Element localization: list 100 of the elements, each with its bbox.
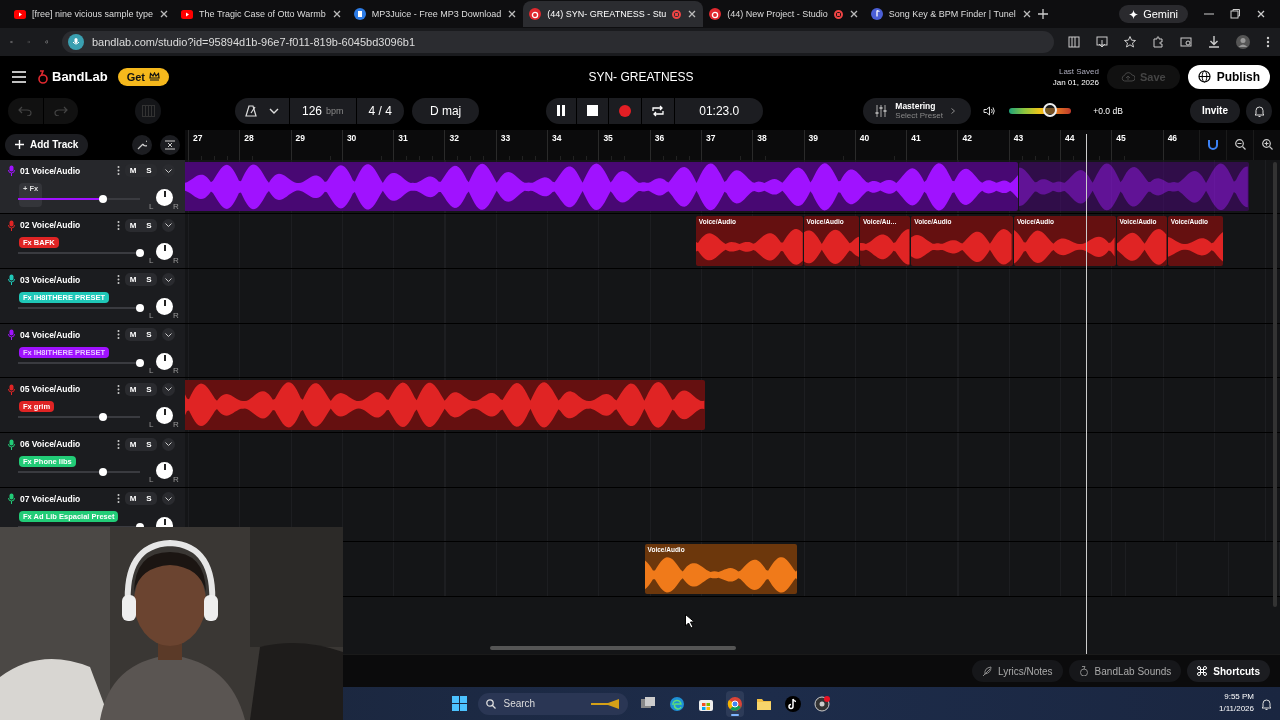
close-icon[interactable] bbox=[848, 9, 859, 19]
loop-icon[interactable] bbox=[652, 104, 665, 117]
music-note-icon bbox=[784, 695, 801, 712]
pan-knob[interactable]: L R bbox=[148, 407, 180, 431]
volume-slider[interactable] bbox=[18, 197, 140, 200]
add-track-button[interactable]: Add Track bbox=[5, 133, 89, 156]
close-icon[interactable] bbox=[1021, 9, 1032, 19]
lyrics-button[interactable]: Lyrics/Notes bbox=[971, 660, 1063, 683]
close-icon[interactable] bbox=[507, 9, 518, 19]
pan-knob[interactable]: L R bbox=[148, 188, 180, 212]
pan-knob[interactable]: L R bbox=[148, 243, 180, 267]
install-icon[interactable] bbox=[1096, 36, 1108, 48]
solo-button[interactable]: S bbox=[141, 384, 157, 394]
solo-button[interactable]: S bbox=[141, 439, 157, 449]
browser-tab[interactable]: Song Key & BPM Finder | Tunel bbox=[864, 1, 1038, 27]
more-icon[interactable] bbox=[117, 330, 120, 340]
speaker-icon[interactable] bbox=[983, 105, 996, 116]
mute-button[interactable]: M bbox=[125, 494, 141, 504]
extensions-icon[interactable] bbox=[1152, 36, 1164, 48]
sounds-button[interactable]: BandLab Sounds bbox=[1068, 660, 1182, 683]
solo-button[interactable]: S bbox=[141, 275, 157, 285]
more-icon[interactable] bbox=[117, 220, 120, 230]
browser-tab[interactable]: (44) New Project - Studio bbox=[703, 1, 865, 27]
bandlab-icon bbox=[709, 8, 722, 20]
browser-tab[interactable]: [free] nine vicious sample type bbox=[8, 1, 176, 27]
star-icon[interactable] bbox=[1124, 36, 1136, 48]
zoom-in-icon[interactable] bbox=[1261, 139, 1273, 151]
wrench-button[interactable] bbox=[132, 134, 152, 155]
plus-icon bbox=[15, 140, 24, 150]
expand-button[interactable] bbox=[162, 382, 175, 396]
gemini-button[interactable]: Gemini bbox=[1119, 5, 1188, 23]
mute-button[interactable]: M bbox=[125, 220, 141, 230]
invite-button[interactable]: Invite bbox=[1189, 98, 1240, 123]
expand-button[interactable] bbox=[162, 492, 175, 506]
zoom-out-icon[interactable] bbox=[1234, 139, 1246, 151]
expand-button[interactable] bbox=[162, 437, 175, 451]
scroll-thumb[interactable] bbox=[490, 646, 736, 651]
browser-tab[interactable]: The Tragic Case of Otto Warmb bbox=[175, 1, 348, 27]
more-icon[interactable] bbox=[117, 275, 120, 285]
more-icon[interactable] bbox=[117, 384, 120, 394]
time-signature-field[interactable]: 4 / 4 bbox=[356, 97, 404, 124]
bell-icon[interactable] bbox=[1261, 698, 1272, 711]
solo-button[interactable]: S bbox=[141, 330, 157, 340]
pause-icon bbox=[556, 105, 567, 117]
audio-clip[interactable] bbox=[1019, 161, 1249, 212]
profile-icon[interactable] bbox=[1236, 35, 1250, 49]
mastering-button[interactable]: Mastering Select Preset bbox=[863, 97, 972, 124]
sidebar-icon[interactable] bbox=[1068, 36, 1080, 48]
close-icon[interactable] bbox=[1256, 9, 1266, 19]
mute-button[interactable]: M bbox=[125, 275, 141, 285]
mute-button[interactable]: M bbox=[125, 439, 141, 449]
piano-icon bbox=[141, 104, 155, 117]
solo-button[interactable]: S bbox=[141, 166, 157, 176]
stop-icon[interactable] bbox=[587, 105, 599, 117]
browser-tab[interactable]: MP3Juice - Free MP3 Download bbox=[347, 1, 524, 27]
close-icon[interactable] bbox=[687, 9, 698, 19]
windows-start-icon[interactable] bbox=[451, 696, 467, 712]
restore-icon[interactable] bbox=[1230, 9, 1240, 19]
close-icon[interactable] bbox=[159, 9, 170, 19]
audio-clip[interactable] bbox=[185, 380, 706, 430]
get-button[interactable]: Get bbox=[117, 67, 169, 86]
cast-icon[interactable] bbox=[1180, 36, 1192, 48]
chevron-down-icon bbox=[269, 107, 279, 114]
record-icon[interactable] bbox=[619, 104, 632, 117]
audio-clip[interactable] bbox=[185, 161, 1019, 212]
download-icon[interactable] bbox=[1208, 36, 1220, 48]
shortcuts-button[interactable]: Shortcuts bbox=[1187, 660, 1270, 683]
search-field[interactable]: Search bbox=[477, 692, 628, 715]
browser-tab[interactable]: (44) SYN- GREATNESS - Stu bbox=[523, 1, 704, 27]
expand-button[interactable] bbox=[162, 218, 175, 232]
address-field[interactable]: bandlab.com/studio?id=95894d1b-96e7-f011-819b-6045bd3096b1 bbox=[62, 31, 1054, 53]
close-icon[interactable] bbox=[331, 9, 342, 19]
pan-knob[interactable]: L R bbox=[148, 352, 180, 376]
solo-button[interactable]: S bbox=[141, 494, 157, 504]
publish-button[interactable]: Publish bbox=[1187, 64, 1270, 89]
more-icon[interactable] bbox=[117, 166, 120, 176]
expand-button[interactable] bbox=[162, 273, 175, 287]
menu-icon[interactable] bbox=[12, 70, 26, 83]
magnet-icon[interactable] bbox=[1208, 139, 1218, 151]
mute-button[interactable]: M bbox=[125, 330, 141, 340]
more-icon[interactable] bbox=[117, 439, 120, 449]
key-field[interactable]: D maj bbox=[411, 97, 480, 124]
track-name: 05 Voice/Audio bbox=[20, 384, 82, 395]
taskbar-app[interactable] bbox=[725, 690, 744, 717]
pan-knob[interactable]: L R bbox=[148, 462, 180, 485]
solo-button[interactable]: S bbox=[141, 220, 157, 230]
more-icon[interactable] bbox=[1266, 36, 1270, 48]
crown-icon bbox=[148, 72, 160, 82]
bandlab-logo[interactable]: BandLab bbox=[36, 69, 108, 85]
mute-button[interactable]: M bbox=[125, 384, 141, 394]
expand-button[interactable] bbox=[162, 328, 175, 342]
fit-tracks-button[interactable] bbox=[160, 134, 180, 155]
tempo-field[interactable]: 126 bpm bbox=[290, 97, 357, 124]
mute-button[interactable]: M bbox=[125, 166, 141, 176]
plus-icon[interactable] bbox=[1037, 9, 1048, 19]
expand-button[interactable] bbox=[162, 164, 175, 178]
pan-knob[interactable]: L R bbox=[148, 297, 180, 321]
notifications-button[interactable] bbox=[1246, 97, 1272, 124]
more-icon[interactable] bbox=[117, 494, 120, 504]
edge-icon bbox=[668, 695, 685, 712]
